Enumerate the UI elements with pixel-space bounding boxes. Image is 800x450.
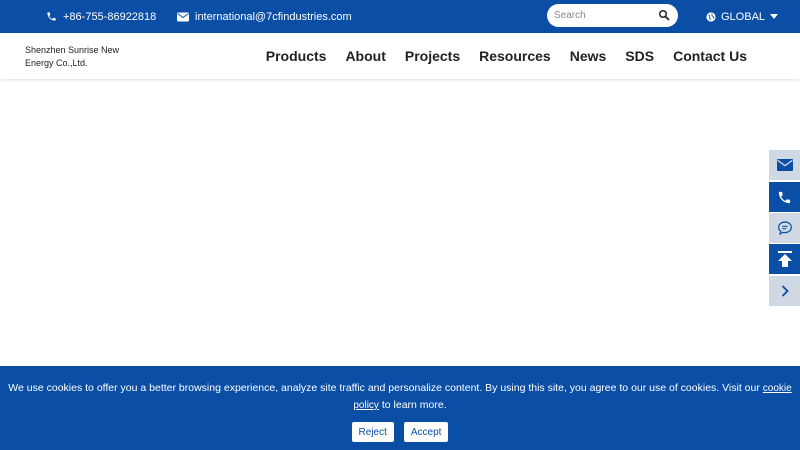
- top-bar: +86-755-86922818 international@7cfindust…: [0, 0, 800, 33]
- side-chat-button[interactable]: [769, 213, 800, 243]
- cookie-message: We use cookies to offer you a better bro…: [0, 366, 800, 414]
- logo-line-1: Shenzhen Sunrise New: [25, 45, 120, 55]
- search-box: [547, 4, 678, 27]
- cookie-banner: We use cookies to offer you a better bro…: [0, 366, 800, 450]
- cookie-message-end: to learn more.: [381, 399, 447, 411]
- back-to-top-icon: [777, 251, 792, 267]
- region-selector[interactable]: GLOBAL: [706, 0, 779, 33]
- sidebar-toggle-button[interactable]: [769, 276, 800, 306]
- phone-number[interactable]: +86-755-86922818: [63, 11, 156, 23]
- reject-button[interactable]: Reject: [351, 422, 394, 442]
- region-label[interactable]: GLOBAL: [721, 11, 765, 23]
- company-logo[interactable]: Shenzhen Sunrise New Energy Co.,Ltd.: [25, 44, 135, 70]
- accept-button[interactable]: Accept: [403, 422, 449, 442]
- nav-projects[interactable]: Projects: [405, 48, 460, 64]
- back-to-top-button[interactable]: [769, 244, 800, 274]
- phone-icon: [778, 191, 791, 203]
- nav-news[interactable]: News: [570, 48, 607, 64]
- cookie-actions: Reject Accept: [0, 422, 800, 442]
- nav-resources[interactable]: Resources: [479, 48, 551, 64]
- logo-line-2: Energy Co.,Ltd.: [25, 58, 88, 68]
- cookie-message-text: We use cookies to offer you a better bro…: [8, 382, 760, 394]
- chevron-right-icon: [781, 285, 789, 297]
- envelope-icon: [177, 12, 189, 21]
- email-contact[interactable]: international@7cfindustries.com: [177, 0, 352, 33]
- caret-down-icon: [770, 14, 779, 19]
- side-phone-button[interactable]: [769, 182, 800, 212]
- phone-icon: [47, 12, 56, 21]
- side-email-button[interactable]: [769, 150, 800, 180]
- globe-icon: [706, 11, 716, 22]
- nav-contact-us[interactable]: Contact Us: [673, 48, 747, 64]
- search-icon[interactable]: [658, 9, 670, 21]
- main-nav: Products About Projects Resources News S…: [266, 33, 747, 79]
- search-input[interactable]: [554, 5, 654, 26]
- chat-icon: [777, 221, 792, 236]
- nav-products[interactable]: Products: [266, 48, 327, 64]
- mail-icon: [776, 159, 793, 171]
- nav-sds[interactable]: SDS: [625, 48, 654, 64]
- nav-about[interactable]: About: [345, 48, 385, 64]
- email-address[interactable]: international@7cfindustries.com: [195, 11, 352, 23]
- phone-contact[interactable]: +86-755-86922818: [46, 0, 156, 33]
- main-header: Shenzhen Sunrise New Energy Co.,Ltd. Pro…: [0, 33, 800, 79]
